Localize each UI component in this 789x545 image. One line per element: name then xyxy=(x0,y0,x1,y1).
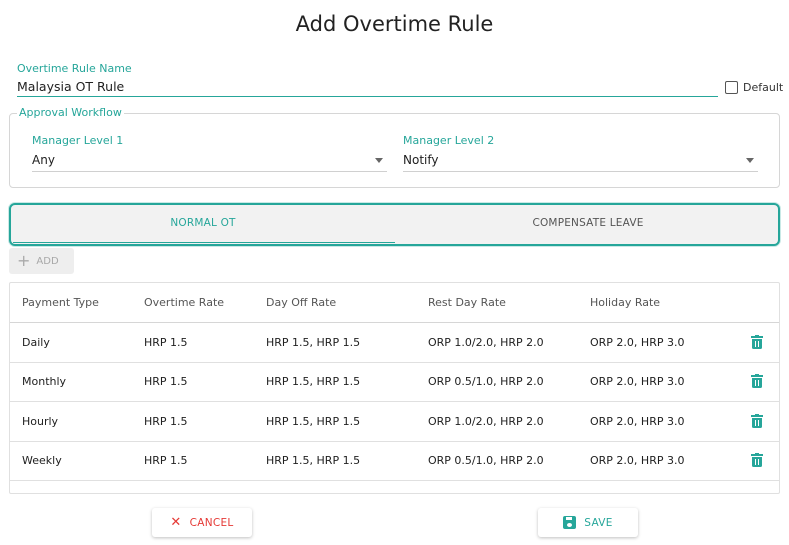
holiday-rate-cell: ORP 2.0, HRP 3.0 xyxy=(590,414,685,428)
manager-level-1-label: Manager Level 1 xyxy=(32,134,124,147)
header-day-off-rate: Day Off Rate xyxy=(266,296,337,309)
default-checkbox[interactable] xyxy=(725,81,738,94)
table-row[interactable]: Weekly HRP 1.5 HRP 1.5, HRP 1.5 ORP 0.5/… xyxy=(10,442,779,481)
table-row[interactable]: Hourly HRP 1.5 HRP 1.5, HRP 1.5 ORP 1.0/… xyxy=(10,402,779,442)
trash-icon[interactable] xyxy=(750,413,764,429)
page-title: Add Overtime Rule xyxy=(295,12,494,36)
overtime-rates-table: Payment Type Overtime Rate Day Off Rate … xyxy=(9,282,780,494)
default-checkbox-label: Default xyxy=(743,81,784,94)
trash-icon[interactable] xyxy=(750,374,764,389)
rule-name-input[interactable]: Malaysia OT Rule xyxy=(17,75,718,97)
add-button-label: ADD xyxy=(36,255,59,267)
payment-type-cell: Weekly xyxy=(22,454,62,468)
day-off-rate-cell: HRP 1.5, HRP 1.5 xyxy=(266,414,361,428)
rest-day-rate-cell: ORP 0.5/1.0, HRP 2.0 xyxy=(428,375,544,389)
header-overtime-rate: Overtime Rate xyxy=(144,296,225,309)
chevron-down-icon[interactable] xyxy=(746,158,754,163)
header-holiday-rate: Holiday Rate xyxy=(590,296,661,309)
header-payment-type: Payment Type xyxy=(22,296,99,309)
trash-icon[interactable] xyxy=(750,453,764,468)
manager-level-2-value: Notify xyxy=(403,153,439,167)
ot-tabs: NORMAL OT COMPENSATE LEAVE xyxy=(9,203,780,246)
delete-row-button[interactable] xyxy=(750,323,764,362)
holiday-rate-cell: ORP 2.0, HRP 3.0 xyxy=(590,454,685,468)
trash-icon[interactable] xyxy=(750,334,764,350)
approval-workflow-fieldset: Approval Workflow Manager Level 1 Any Ma… xyxy=(9,106,780,188)
add-button[interactable]: + ADD xyxy=(9,248,74,274)
save-icon xyxy=(563,516,577,529)
save-button[interactable]: SAVE xyxy=(538,508,638,537)
holiday-rate-cell: ORP 2.0, HRP 3.0 xyxy=(590,375,685,389)
overtime-rate-cell: HRP 1.5 xyxy=(144,454,188,468)
overtime-rate-cell: HRP 1.5 xyxy=(144,375,188,389)
rest-day-rate-cell: ORP 1.0/2.0, HRP 2.0 xyxy=(428,414,544,428)
day-off-rate-cell: HRP 1.5, HRP 1.5 xyxy=(266,335,361,349)
manager-level-1-value: Any xyxy=(32,153,55,167)
payment-type-cell: Daily xyxy=(22,335,50,349)
holiday-rate-cell: ORP 2.0, HRP 3.0 xyxy=(590,335,685,349)
default-checkbox-wrapper[interactable]: Default xyxy=(725,81,783,94)
delete-row-button[interactable] xyxy=(750,363,764,402)
payment-type-cell: Hourly xyxy=(22,414,59,428)
table-header-row: Payment Type Overtime Rate Day Off Rate … xyxy=(10,283,779,323)
save-button-label: SAVE xyxy=(584,516,613,529)
manager-level-2-label: Manager Level 2 xyxy=(403,134,495,147)
approval-workflow-legend: Approval Workflow xyxy=(17,106,124,119)
overtime-rate-cell: HRP 1.5 xyxy=(144,414,188,428)
close-icon: ✕ xyxy=(170,515,182,530)
manager-level-2-select[interactable]: Manager Level 2 Notify xyxy=(403,134,758,172)
cancel-button-label: CANCEL xyxy=(189,516,234,529)
cancel-button[interactable]: ✕ CANCEL xyxy=(152,508,252,537)
rule-name-label: Overtime Rule Name xyxy=(17,62,132,75)
tab-compensate-leave[interactable]: COMPENSATE LEAVE xyxy=(396,205,780,242)
table-row[interactable]: Daily HRP 1.5 HRP 1.5, HRP 1.5 ORP 1.0/2… xyxy=(10,323,779,363)
header-rest-day-rate: Rest Day Rate xyxy=(428,296,506,309)
payment-type-cell: Monthly xyxy=(22,375,67,389)
manager-level-1-select[interactable]: Manager Level 1 Any xyxy=(32,134,387,172)
rest-day-rate-cell: ORP 1.0/2.0, HRP 2.0 xyxy=(428,335,544,349)
rest-day-rate-cell: ORP 0.5/1.0, HRP 2.0 xyxy=(428,454,544,468)
tab-normal-ot[interactable]: NORMAL OT xyxy=(11,205,395,243)
table-row[interactable]: Monthly HRP 1.5 HRP 1.5, HRP 1.5 ORP 0.5… xyxy=(10,363,779,402)
rule-name-field[interactable]: Overtime Rule Name Malaysia OT Rule xyxy=(17,62,718,97)
day-off-rate-cell: HRP 1.5, HRP 1.5 xyxy=(266,454,361,468)
day-off-rate-cell: HRP 1.5, HRP 1.5 xyxy=(266,375,361,389)
plus-icon: + xyxy=(17,251,31,270)
delete-row-button[interactable] xyxy=(750,402,764,441)
delete-row-button[interactable] xyxy=(750,442,764,481)
overtime-rate-cell: HRP 1.5 xyxy=(144,335,188,349)
chevron-down-icon[interactable] xyxy=(375,158,383,163)
